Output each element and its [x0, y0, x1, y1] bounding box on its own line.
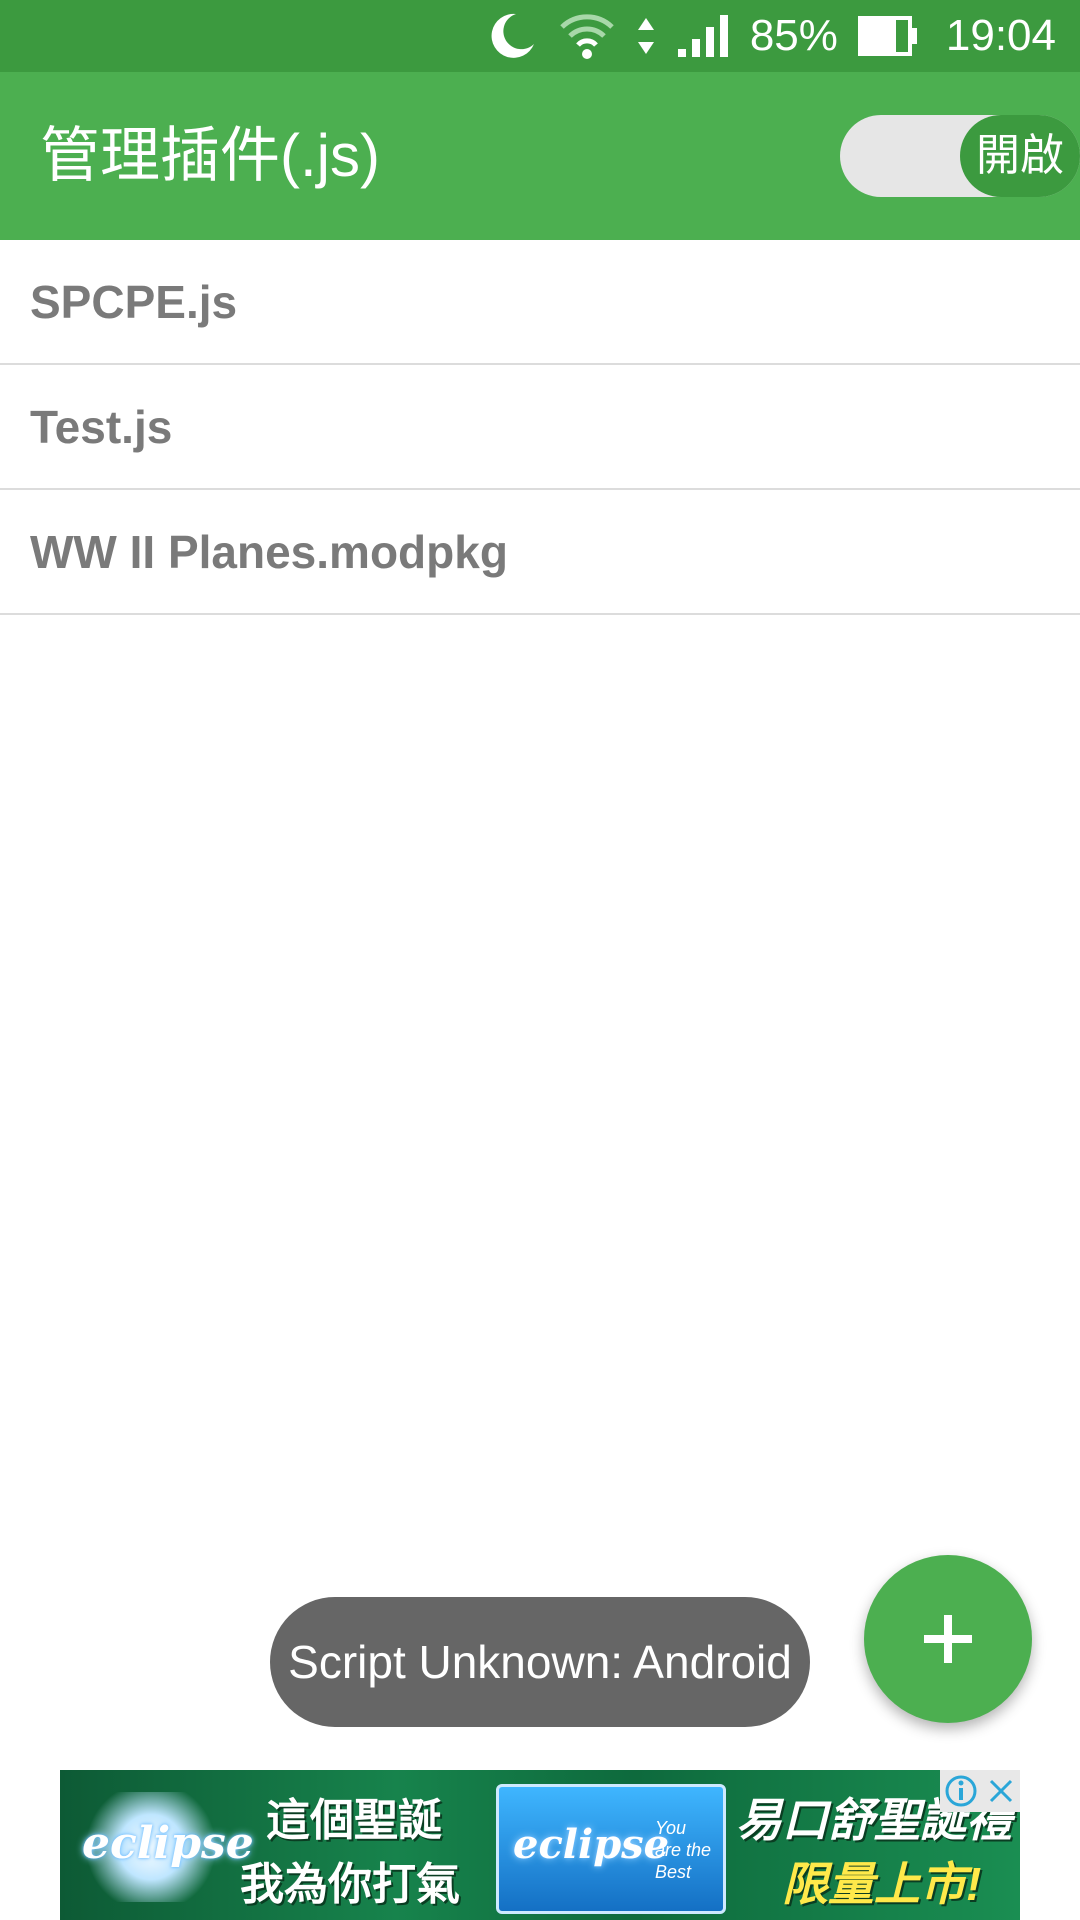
battery-percent: 85% — [749, 11, 838, 60]
clock: 19:04 — [945, 11, 1056, 60]
toggle-thumb: 開啟 — [960, 115, 1080, 197]
script-list: SPCPE.js Test.js WW II Planes.modpkg — [0, 240, 1080, 615]
wifi-icon — [558, 11, 616, 61]
list-item-label: WW II Planes.modpkg — [30, 525, 508, 578]
battery-icon — [857, 16, 918, 56]
ad-choices[interactable] — [940, 1770, 1020, 1812]
list-item-label: SPCPE.js — [30, 275, 238, 328]
ad-brand-logo: eclipse — [82, 1818, 254, 1869]
list-item[interactable]: WW II Planes.modpkg — [0, 490, 1080, 615]
data-arrows-icon — [636, 14, 656, 58]
ad-slogan-line2: 限量上市! — [782, 1858, 982, 1910]
list-item[interactable]: SPCPE.js — [0, 240, 1080, 365]
toast-message: Script Unknown: Android — [270, 1597, 810, 1727]
ad-close-icon[interactable] — [986, 1776, 1016, 1806]
moon-icon — [486, 10, 538, 62]
enable-toggle[interactable]: 開啟 — [840, 115, 1080, 197]
signal-icon — [676, 13, 730, 59]
ad-product-pack: eclipse You are the Best — [496, 1784, 726, 1914]
list-item-label: Test.js — [30, 400, 173, 453]
ad-pack-tagline: You are the Best — [655, 1818, 712, 1882]
plus-icon — [924, 1615, 972, 1663]
ad-info-icon[interactable] — [944, 1774, 978, 1808]
ad-headline-line1: 這個聖誕 — [266, 1796, 442, 1845]
ad-pack-logo: eclipse — [513, 1821, 670, 1868]
ad-banner[interactable]: eclipse 這個聖誕 我為你打氣 eclipse You are the B… — [60, 1770, 1020, 1920]
ad-headline-line2: 我為你打氣 — [240, 1860, 460, 1909]
list-item[interactable]: Test.js — [0, 365, 1080, 490]
app-bar: 管理插件(.js) 開啟 — [0, 72, 1080, 240]
status-bar: 85% 19:04 — [0, 0, 1080, 72]
page-title: 管理插件(.js) — [40, 122, 380, 189]
add-script-button[interactable] — [864, 1555, 1032, 1723]
